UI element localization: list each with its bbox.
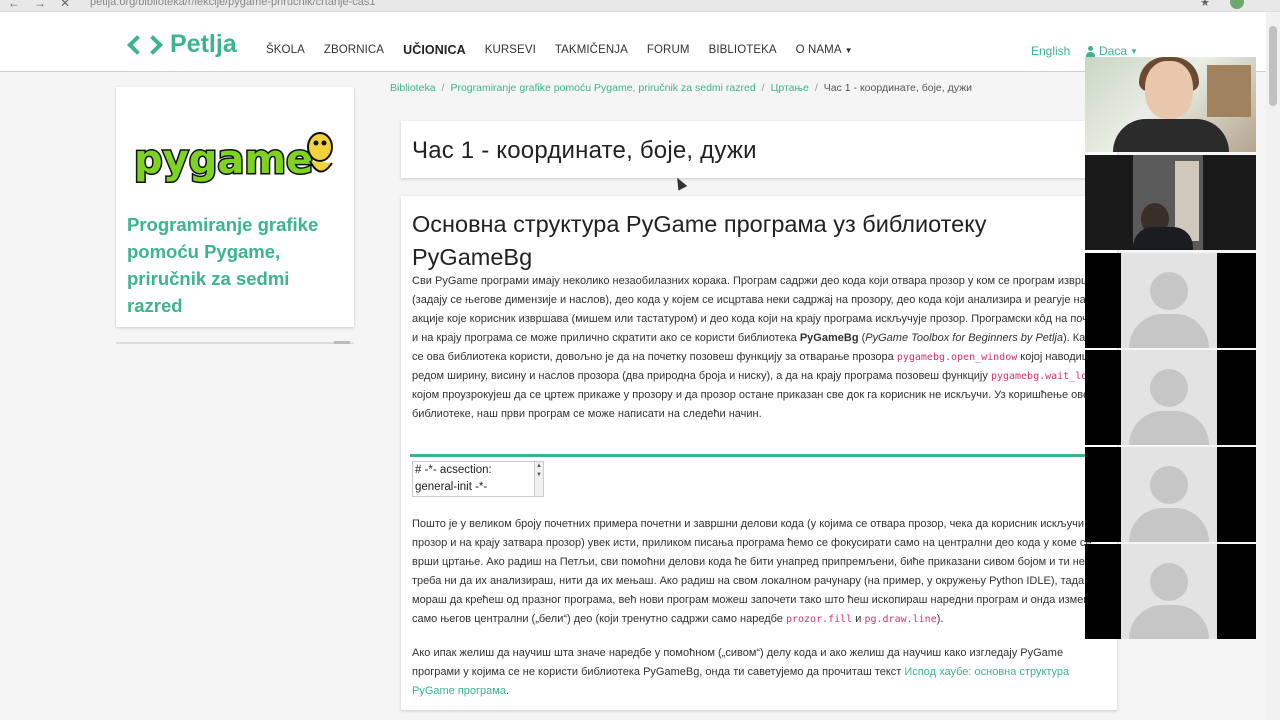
paragraph-more: Ако ипак желиш да научиш шта значе наред…	[412, 647, 1070, 697]
user-name: Daca	[1099, 44, 1128, 58]
code-editor[interactable]: # -*- acsection: general-init -*- ▲ ▼	[410, 454, 1110, 498]
code-draw-line: pg.draw.line	[864, 614, 937, 625]
breadcrumb-item-crtanje[interactable]: Цртање	[771, 82, 809, 94]
language-link[interactable]: English	[1031, 44, 1070, 58]
main-nav: ŠKOLA ZBORNICA UČIONICA KURSEVI TAKMIČEN…	[266, 43, 872, 57]
nav-zbornica[interactable]: ZBORNICA	[324, 44, 384, 57]
caret-down-icon: ▼	[844, 46, 853, 55]
breadcrumb: Biblioteka / Programiranje grafike pomoću …	[390, 82, 972, 94]
browser-url[interactable]: petlja.org/biblioteka/r/lekcije/pygame-p…	[90, 0, 376, 8]
browser-profile-icon[interactable]	[1230, 0, 1244, 9]
avatar-placeholder-icon	[1121, 253, 1217, 348]
code-open-window: pygamebg.open_window	[896, 352, 1018, 363]
petlja-logo[interactable]: Petlja	[127, 30, 237, 59]
video-tile-placeholder[interactable]	[1085, 447, 1256, 542]
nav-ucionica[interactable]: UČIONICA	[403, 43, 466, 57]
sidebar-divider	[116, 341, 354, 344]
lesson-title: Час 1 - координате, боје, дужи	[412, 137, 757, 164]
nav-o-nama-label: O NAMA	[795, 44, 842, 56]
pygame-logo: pygame	[133, 132, 333, 185]
lesson-title-card: Час 1 - координате, боје, дужи	[401, 121, 1117, 178]
scroll-thumb[interactable]	[1269, 26, 1277, 106]
nav-biblioteka[interactable]: BIBLIOTEKA	[709, 44, 777, 57]
avatar-placeholder-icon	[1121, 544, 1217, 639]
editor-scrollbar[interactable]: ▲ ▼	[534, 461, 544, 497]
video-call-panel	[1085, 57, 1256, 641]
petlja-logo-icon	[127, 33, 168, 57]
pygame-logo-text: pygame	[134, 137, 313, 183]
page-scrollbar[interactable]	[1266, 12, 1280, 720]
browser-toolbar: ←→✕ petlja.org/biblioteka/r/lekcije/pyga…	[0, 0, 1280, 12]
video-tile-placeholder[interactable]	[1085, 253, 1256, 348]
avatar-placeholder-icon	[1121, 350, 1217, 445]
code-editor-textarea[interactable]: # -*- acsection: general-init -*-	[412, 461, 535, 497]
video-tile-placeholder[interactable]	[1085, 350, 1256, 445]
code-prozor-fill: prozor.fill	[785, 614, 853, 625]
browser-nav-icons[interactable]: ←→✕	[8, 0, 84, 10]
user-menu[interactable]: Daca ▼	[1086, 44, 1138, 58]
nav-o-nama[interactable]: O NAMA ▼	[796, 44, 853, 57]
video-tile-presenter[interactable]	[1085, 57, 1256, 152]
breadcrumb-item-biblioteka[interactable]: Biblioteka	[390, 82, 436, 94]
video-tile-placeholder[interactable]	[1085, 544, 1256, 639]
avatar-placeholder-icon	[1121, 447, 1217, 542]
breadcrumb-item-course[interactable]: Programiranje grafike pomoću Pygame, pri…	[450, 82, 755, 94]
nav-kursevi[interactable]: KURSEVI	[485, 44, 536, 57]
paragraph-structure: Пошто је у великом броју почетних пример…	[412, 518, 1105, 625]
course-card[interactable]: pygame Programiranje grafike pomoću Pyga…	[116, 87, 354, 327]
user-icon	[1086, 45, 1095, 57]
nav-takmicenja[interactable]: TAKMIČENJA	[555, 44, 628, 57]
nav-skola[interactable]: ŠKOLA	[266, 44, 305, 57]
caret-down-icon: ▼	[1130, 46, 1138, 56]
bookmark-icon[interactable]: ★	[1200, 0, 1210, 9]
logo-text: Petlja	[170, 30, 237, 58]
nav-forum[interactable]: FORUM	[647, 44, 690, 57]
video-tile-participant[interactable]	[1085, 155, 1256, 250]
breadcrumb-current: Час 1 - координате, боје, дужи	[823, 82, 972, 94]
course-title[interactable]: Programiranje grafike pomoću Pygame, pri…	[127, 211, 349, 319]
lesson-content: Основна структура PyGame програма уз биб…	[401, 196, 1117, 710]
section-title: Основна структура PyGame програма уз биб…	[412, 211, 987, 270]
paragraph-intro: Сви PyGame програми имају неколико незао…	[412, 275, 1112, 420]
